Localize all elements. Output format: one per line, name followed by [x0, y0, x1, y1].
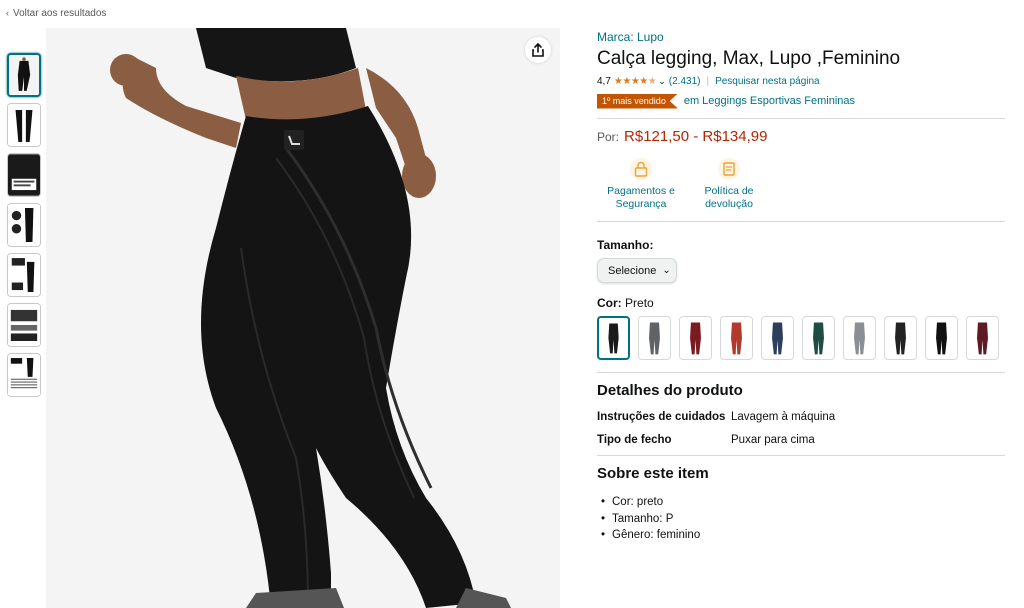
color-swatch-azul[interactable]	[761, 316, 795, 360]
bestseller-category-link[interactable]: em Leggings Esportivas Femininas	[684, 95, 855, 107]
search-page-link[interactable]: Pesquisar nesta página	[715, 76, 820, 87]
lock-icon	[630, 158, 652, 180]
chevron-left-icon: ‹	[6, 8, 9, 18]
detail-value: Puxar para cima	[731, 434, 815, 446]
detail-row: Tipo de fecho Puxar para cima	[597, 432, 1007, 448]
color-swatch-verde[interactable]	[802, 316, 836, 360]
size-label: Tamanho:	[597, 238, 654, 252]
color-swatch-cinza-estampado[interactable]	[638, 316, 672, 360]
product-info: Marca: Lupo Calça legging, Max, Lupo ,Fe…	[597, 28, 1007, 544]
bestseller-badge[interactable]: 1º mais vendido	[597, 93, 678, 109]
return-policy-feature[interactable]: Política de devolução	[685, 157, 773, 211]
about-item-title: Sobre este item	[597, 465, 709, 482]
color-swatch-preto-corda[interactable]	[925, 316, 959, 360]
list-item: Tamanho: P	[597, 511, 1007, 528]
divider	[597, 455, 1005, 456]
color-swatch-vinho[interactable]	[679, 316, 713, 360]
rating-value: 4,7	[597, 75, 611, 87]
chevron-down-icon: ⌄	[662, 265, 671, 276]
product-details-table: Instruções de cuidados Lavagem à máquina…	[597, 409, 1007, 448]
list-item: Cor: preto	[597, 494, 1007, 511]
product-details-title: Detalhes do produto	[597, 382, 743, 399]
thumbnail-6[interactable]	[7, 303, 41, 347]
thumbnail-1[interactable]	[7, 53, 41, 97]
color-swatch-preto-top[interactable]	[884, 316, 918, 360]
price-prefix: Por:	[597, 130, 620, 144]
return-icon	[718, 158, 740, 180]
thumbnail-7[interactable]	[7, 353, 41, 397]
payment-security-feature[interactable]: Pagamentos e Segurança	[597, 157, 685, 211]
share-icon	[532, 42, 544, 57]
price-row: Por: R$121,50 - R$134,99	[597, 128, 1007, 145]
chevron-down-icon[interactable]: ⌄	[658, 76, 666, 87]
thumbnail-5[interactable]	[7, 253, 41, 297]
divider	[597, 221, 1005, 222]
bestseller-row: 1º mais vendido em Leggings Esportivas F…	[597, 93, 1007, 109]
feature-label: Política de devolução	[704, 185, 754, 210]
thumbnail-4[interactable]	[7, 203, 41, 247]
thumbnail-3[interactable]	[7, 153, 41, 197]
detail-key: Instruções de cuidados	[597, 411, 726, 423]
divider	[597, 372, 1005, 373]
color-swatch-cinza[interactable]	[843, 316, 877, 360]
color-swatch-preto[interactable]	[597, 316, 631, 360]
about-item-list: Cor: preto Tamanho: P Gênero: feminino	[597, 494, 1007, 544]
size-select-value: Selecione	[608, 264, 657, 277]
feature-icons: Pagamentos e Segurança Política de devol…	[597, 157, 1007, 211]
main-product-image[interactable]	[46, 28, 560, 608]
thumbnail-strip	[7, 53, 41, 403]
color-swatch-bordo[interactable]	[966, 316, 1000, 360]
star-rating-icon[interactable]: ★★★★★	[614, 76, 657, 87]
divider	[597, 118, 1005, 119]
rating-row: 4,7 ★★★★★ ⌄ (2.431) | Pesquisar nesta pá…	[597, 74, 1007, 88]
detail-row: Instruções de cuidados Lavagem à máquina	[597, 409, 1007, 425]
color-swatch-vermelho[interactable]	[720, 316, 754, 360]
detail-key: Tipo de fecho	[597, 434, 672, 446]
reviews-count-link[interactable]: (2.431)	[669, 76, 701, 87]
color-value: Preto	[625, 296, 654, 310]
brand-link[interactable]: Marca: Lupo	[597, 30, 1007, 44]
thumbnail-2[interactable]	[7, 103, 41, 147]
detail-value: Lavagem à máquina	[731, 411, 836, 423]
color-label: Cor:	[597, 296, 622, 310]
share-button[interactable]	[525, 37, 551, 63]
size-select[interactable]: Selecione ⌄	[597, 258, 677, 283]
separator: |	[706, 75, 710, 87]
list-item: Gênero: feminino	[597, 527, 1007, 544]
price-range: R$121,50 - R$134,99	[624, 128, 768, 145]
feature-label: Pagamentos e Segurança	[607, 185, 675, 210]
product-title: Calça legging, Max, Lupo ,Feminino	[597, 48, 901, 69]
color-swatches	[597, 316, 1007, 360]
back-to-results-link[interactable]: ‹ Voltar aos resultados	[6, 8, 106, 19]
color-label-row: Cor: Preto	[597, 296, 1007, 310]
